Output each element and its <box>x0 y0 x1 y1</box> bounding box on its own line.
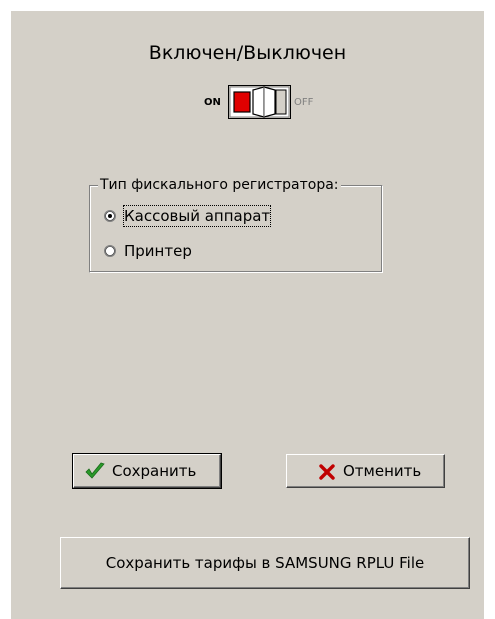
power-title: Включен/Выключен <box>148 42 347 64</box>
power-toggle-switch[interactable] <box>228 85 291 119</box>
save-tariffs-button-label: Сохранить тарифы в SAMSUNG RPLU File <box>105 554 425 572</box>
save-button-label: Сохранить <box>112 462 197 480</box>
power-switch-group: ON OFF <box>191 79 321 123</box>
radio-label: Принтер <box>124 242 192 260</box>
radio-label: Кассовый аппарат <box>122 205 272 227</box>
save-tariffs-samsung-button[interactable]: Сохранить тарифы в SAMSUNG RPLU File <box>60 537 470 589</box>
group-legend: Тип фискального регистратора: <box>98 177 341 193</box>
cross-icon <box>319 464 335 480</box>
cancel-button-label: Отменить <box>343 462 422 480</box>
switch-on-label: ON <box>204 97 221 108</box>
save-button[interactable]: Сохранить <box>72 453 222 489</box>
cancel-button[interactable]: Отменить <box>286 454 445 488</box>
checkmark-icon <box>85 462 105 479</box>
fiscal-registrar-type-group: Тип фискального регистратора: Кассовый а… <box>89 177 383 273</box>
toggle-switch-icon <box>228 85 291 119</box>
settings-panel: Включен/Выключен ON OFF Тип фискального … <box>11 11 484 619</box>
switch-off-label: OFF <box>294 97 314 108</box>
radio-selected-icon <box>104 210 116 222</box>
radio-unselected-icon <box>104 245 116 257</box>
